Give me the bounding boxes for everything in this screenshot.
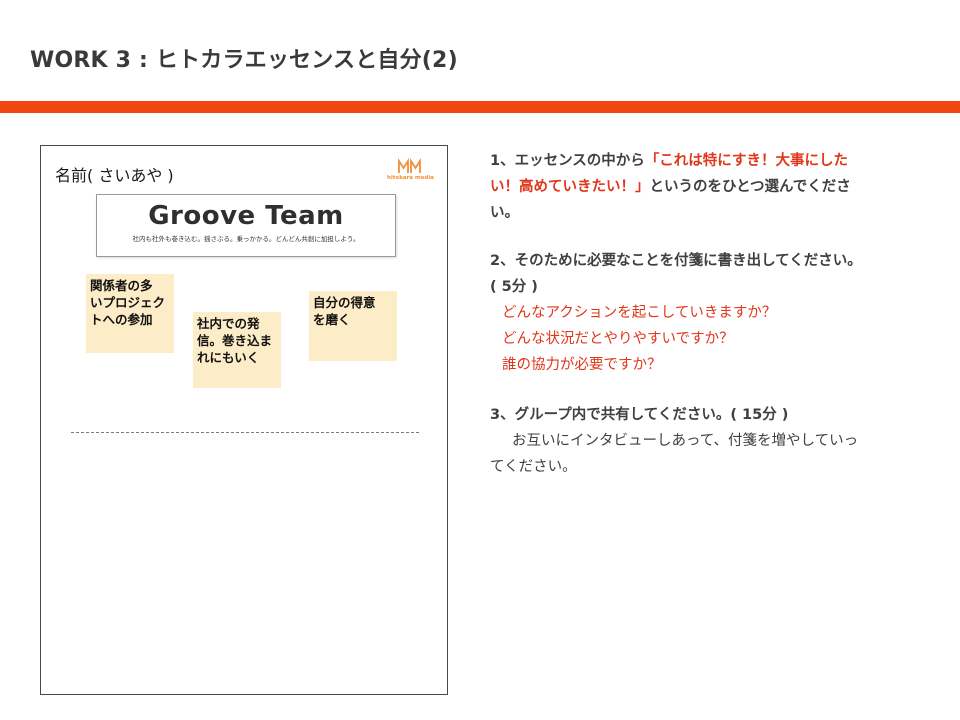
sticky-note-line: れにもいく — [197, 350, 260, 365]
step1-highlight-start: 「これは特にすき！大事にした — [644, 153, 848, 169]
step2-question: どんな状況だとやりやすいですか？ — [502, 331, 734, 347]
sticky-note-line: 信。巻き込ま — [197, 333, 273, 348]
slide-title: WORK 3 : ヒトカラエッセンスと自分(2) — [30, 48, 458, 73]
sticky-note[interactable]: 社内での発 信。巻き込ま れにもいく — [193, 312, 281, 388]
banner-tagline: 社内も社外も巻き込む。揺さぶる。乗っかかる。どんどん共創に加担しよう。 — [132, 235, 360, 243]
step3-detail-cont: てください。 — [490, 459, 577, 475]
step3-detail: お互いにインタビューしあって、付箋を増やしていっ — [512, 433, 859, 449]
worksheet-panel: 名前( さいあや ) hitokara media Groove Team 社内… — [40, 145, 448, 695]
step1-line2: い！高めていきたい！」というのをひとつ選んでくださ — [490, 174, 930, 200]
step1-prefix: 1、エッセンスの中から — [490, 153, 645, 169]
sticky-note[interactable]: 関係者の多 いプロジェク トへの参加 — [86, 274, 174, 353]
instructions-panel: 1、エッセンスの中から「これは特にすき！大事にした い！高めていきたい！」という… — [490, 148, 930, 480]
step3-heading: 3、グループ内で共有してください。( 15分 ) — [490, 407, 789, 423]
logo-mark-icon — [398, 158, 421, 173]
sticky-note-line: を磨く — [313, 312, 351, 327]
sticky-note-line: 関係者の多 — [90, 278, 153, 293]
accent-bar — [0, 101, 960, 113]
step1-highlight-end: い！高めていきたい！」 — [490, 179, 650, 195]
step2-heading: 2、そのために必要なことを付箋に書き出してください。 — [490, 253, 862, 269]
step1-suffix: というのをひとつ選んでくださ — [649, 179, 851, 195]
sticky-note[interactable]: 自分の得意 を磨く — [309, 291, 397, 361]
step2-question: 誰の協力が必要ですか？ — [502, 357, 662, 373]
step1-line3: い。 — [490, 205, 519, 221]
logo-text: hitokara media — [387, 175, 434, 181]
step2-duration: ( 5分 ) — [490, 279, 538, 295]
sticky-note-line: いプロジェク — [90, 295, 166, 310]
essence-banner: Groove Team 社内も社外も巻き込む。揺さぶる。乗っかかる。どんどん共創… — [96, 194, 396, 257]
step1-line1: 1、エッセンスの中から「これは特にすき！大事にした — [490, 148, 930, 174]
dashed-divider — [71, 432, 419, 433]
sticky-note-line: 社内での発 — [197, 316, 260, 331]
name-label: 名前( さいあや ) — [55, 166, 174, 185]
sticky-note-line: トへの参加 — [90, 312, 153, 327]
hitokara-logo: hitokara media — [387, 158, 434, 184]
sticky-note-line: 自分の得意 — [313, 295, 376, 310]
banner-title: Groove Team — [148, 201, 344, 231]
step2-question: どんなアクションを起こしていきますか？ — [502, 305, 777, 321]
